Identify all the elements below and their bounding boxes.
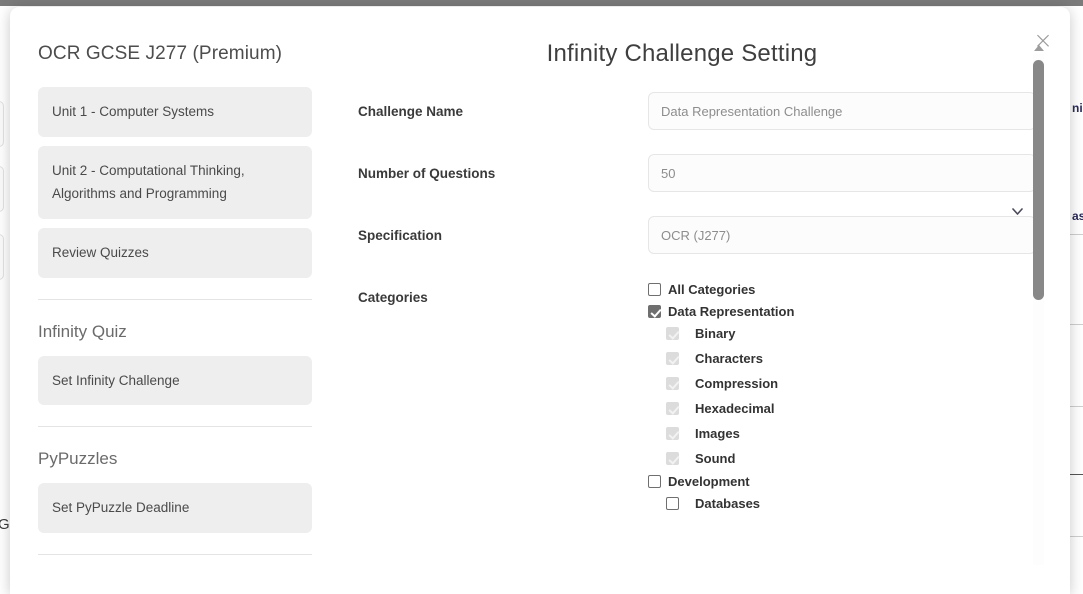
category-row-sound[interactable]: Sound — [648, 451, 1036, 466]
background-divider-3 — [1070, 406, 1083, 407]
category-label-images: Images — [695, 426, 740, 441]
category-row-databases[interactable]: Databases — [648, 496, 1036, 511]
sidebar-section-title-infinity-quiz: Infinity Quiz — [38, 321, 127, 341]
category-label-sound: Sound — [695, 451, 736, 466]
scrollbar-thumb[interactable] — [1033, 60, 1044, 300]
category-row-hexadecimal[interactable]: Hexadecimal — [648, 401, 1036, 416]
category-row-all-categories[interactable]: All Categories — [648, 282, 1036, 297]
form-row-challenge-name: Challenge Name — [358, 92, 1036, 130]
category-label-development: Development — [668, 474, 750, 489]
form-row-categories: Categories All Categories Data Represent… — [358, 278, 1036, 521]
category-label-data-representation: Data Representation — [668, 304, 795, 319]
sidebar-item-set-infinity-challenge[interactable]: Set Infinity Challenge — [38, 355, 312, 406]
categories-checkbox-list: All Categories Data Representation Binar… — [648, 278, 1036, 521]
background-text-fragment-left: G — [0, 516, 10, 533]
background-text-fragment-right-2: as — [1072, 209, 1083, 223]
close-icon[interactable]: × — [1032, 30, 1054, 53]
category-row-characters[interactable]: Characters — [648, 351, 1036, 366]
specification-select[interactable] — [648, 216, 1036, 254]
sidebar-item-set-pypuzzle-deadline[interactable]: Set PyPuzzle Deadline — [38, 483, 312, 533]
sidebar-divider-3 — [38, 553, 312, 555]
checkbox-all-categories[interactable] — [648, 283, 661, 296]
modal-scrollbar[interactable] — [1031, 45, 1047, 565]
challenge-name-input[interactable] — [648, 92, 1036, 130]
sidebar-item-unit-2[interactable]: Unit 2 - Computational Thinking, Algorit… — [38, 145, 312, 219]
background-divider-2 — [1070, 324, 1083, 325]
background-divider-5 — [1070, 536, 1083, 537]
label-challenge-name: Challenge Name — [358, 104, 464, 119]
category-label-binary: Binary — [695, 326, 736, 341]
category-label-databases: Databases — [695, 496, 761, 511]
category-row-images[interactable]: Images — [648, 426, 1036, 441]
background-box-left-1 — [0, 101, 4, 147]
checkbox-images — [666, 427, 679, 440]
label-categories: Categories — [358, 290, 428, 305]
field-wrap-specification — [648, 208, 1036, 254]
background-text-fragment-right-1: ni — [1072, 101, 1083, 115]
checkbox-compression — [666, 377, 679, 390]
checkbox-hexadecimal — [666, 402, 679, 415]
category-label-hexadecimal: Hexadecimal — [695, 401, 775, 416]
modal-form: Infinity Challenge Setting Challenge Nam… — [340, 7, 1070, 594]
background-divider-4 — [1070, 474, 1083, 475]
background-box-left-3 — [0, 234, 4, 280]
infinity-challenge-setting-modal: × OCR GCSE J277 (Premium) Unit 1 - Compu… — [10, 7, 1070, 594]
category-label-compression: Compression — [695, 376, 779, 391]
label-specification: Specification — [358, 228, 443, 243]
category-label-all-categories: All Categories — [668, 282, 756, 297]
number-of-questions-input[interactable] — [648, 154, 1036, 192]
sidebar-section-title-pypuzzles: PyPuzzles — [38, 449, 118, 469]
modal-sidebar: OCR GCSE J277 (Premium) Unit 1 - Compute… — [10, 7, 340, 594]
field-wrap-challenge-name — [648, 92, 1036, 130]
category-label-characters: Characters — [695, 351, 763, 366]
form-row-specification: Specification — [358, 208, 1036, 254]
checkbox-characters — [666, 352, 679, 365]
background-divider-1 — [1070, 234, 1083, 235]
field-wrap-number-of-questions — [648, 154, 1036, 192]
category-row-development[interactable]: Development — [648, 474, 1036, 489]
sidebar-divider-1 — [38, 298, 312, 300]
page-title: Infinity Challenge Setting — [546, 40, 818, 67]
form-row-number-of-questions: Number of Questions — [358, 154, 1036, 192]
checkbox-databases[interactable] — [666, 497, 679, 510]
checkbox-data-representation[interactable] — [648, 305, 661, 318]
sidebar-divider-2 — [38, 426, 312, 428]
checkbox-development[interactable] — [648, 475, 661, 488]
category-row-binary[interactable]: Binary — [648, 326, 1036, 341]
category-row-data-representation[interactable]: Data Representation — [648, 304, 1036, 319]
background-box-left-2 — [0, 166, 4, 212]
sidebar-item-unit-1[interactable]: Unit 1 - Computer Systems — [38, 87, 312, 137]
sidebar-item-review-quizzes[interactable]: Review Quizzes — [38, 227, 312, 278]
sidebar-title: OCR GCSE J277 (Premium) — [38, 43, 283, 64]
label-number-of-questions: Number of Questions — [358, 166, 496, 181]
category-row-compression[interactable]: Compression — [648, 376, 1036, 391]
checkbox-sound — [666, 452, 679, 465]
checkbox-binary — [666, 327, 679, 340]
specification-select-wrap[interactable] — [648, 208, 1036, 254]
